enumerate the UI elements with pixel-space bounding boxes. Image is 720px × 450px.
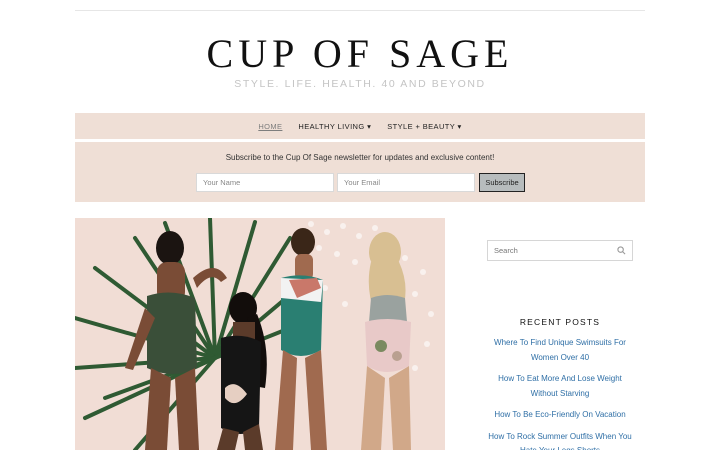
name-input[interactable] bbox=[196, 173, 334, 192]
recent-post-link[interactable]: How To Be Eco-Friendly On Vacation bbox=[485, 408, 635, 423]
top-divider bbox=[75, 10, 645, 11]
featured-illustration bbox=[75, 218, 434, 450]
search-icon[interactable] bbox=[617, 246, 626, 255]
recent-posts-list: Where To Find Unique Swimsuits For Women… bbox=[485, 336, 635, 450]
site-tagline: STYLE. LIFE. HEALTH. 40 AND BEYOND bbox=[234, 78, 486, 90]
email-input[interactable] bbox=[337, 173, 475, 192]
search-box bbox=[487, 240, 633, 261]
nav-item-style-beauty[interactable]: STYLE + BEAUTY ▾ bbox=[387, 122, 461, 131]
recent-posts-heading: RECENT POSTS bbox=[519, 317, 601, 327]
newsletter-text: Subscribe to the Cup Of Sage newsletter … bbox=[225, 153, 495, 162]
nav-item-healthy-living[interactable]: HEALTHY LIVING ▾ bbox=[298, 122, 371, 131]
search-input[interactable] bbox=[488, 241, 612, 260]
main-nav: HOME HEALTHY LIVING ▾ STYLE + BEAUTY ▾ bbox=[75, 113, 645, 139]
recent-post-link[interactable]: How To Rock Summer Outfits When You Hate… bbox=[485, 430, 635, 450]
newsletter-box: Subscribe to the Cup Of Sage newsletter … bbox=[75, 142, 645, 202]
recent-post-link[interactable]: How To Eat More And Lose Weight Without … bbox=[485, 372, 635, 401]
nav-item-home[interactable]: HOME bbox=[258, 122, 282, 131]
site-title[interactable]: CUP OF SAGE bbox=[0, 30, 720, 77]
recent-post-link[interactable]: Where To Find Unique Swimsuits For Women… bbox=[485, 336, 635, 365]
subscribe-button[interactable]: Subscribe bbox=[479, 173, 525, 192]
featured-image[interactable] bbox=[75, 218, 445, 450]
